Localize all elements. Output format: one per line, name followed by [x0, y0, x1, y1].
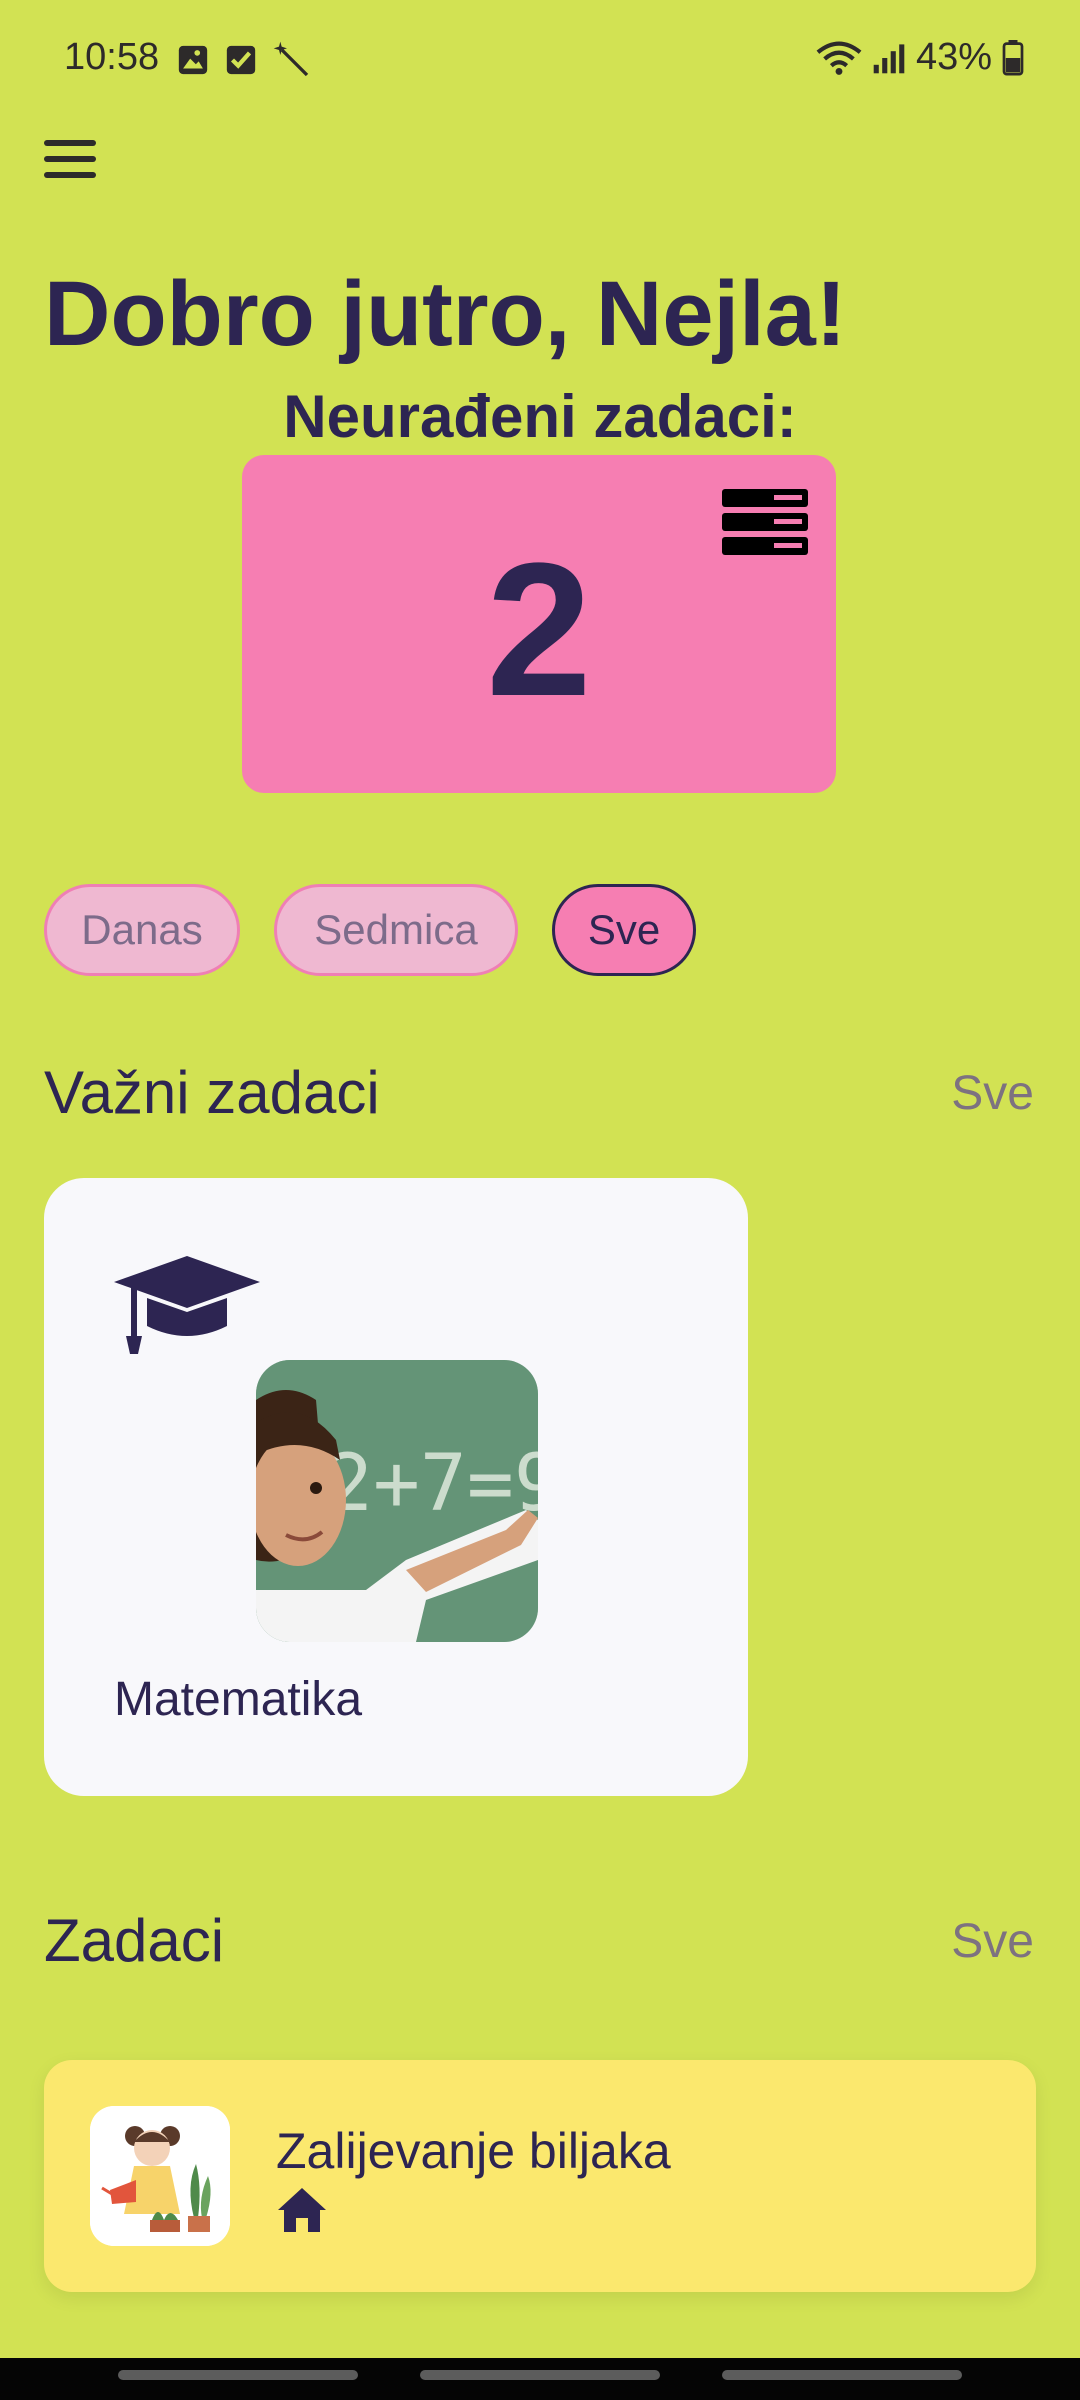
math-photo: 2+7=9: [256, 1360, 538, 1642]
filter-chip-sve[interactable]: Sve: [552, 884, 696, 976]
status-notification-icons: [176, 40, 312, 80]
important-task-label: Matematika: [114, 1673, 363, 1726]
filter-chip-sedmica[interactable]: Sedmica: [274, 884, 518, 976]
status-right: 43%: [816, 36, 1024, 79]
nav-home-button[interactable]: [420, 2370, 660, 2380]
filter-chip-danas[interactable]: Danas: [44, 884, 240, 976]
filter-chips: Danas Sedmica Sve: [44, 884, 696, 976]
greeting-title: Dobro jutro, Nejla!: [44, 263, 847, 365]
checkbox-icon: [226, 45, 256, 75]
important-tasks-title: Važni zadaci: [44, 1059, 380, 1126]
task-thumbnail: [90, 2106, 230, 2246]
important-task-card[interactable]: 2+7=9 Matematika: [44, 1178, 748, 1796]
wifi-icon: [816, 41, 862, 75]
status-time: 10:58: [64, 36, 160, 78]
signal-icon: [873, 43, 905, 73]
hamburger-line: [44, 156, 96, 162]
menu-button[interactable]: [44, 140, 100, 196]
nav-recents-button[interactable]: [118, 2370, 358, 2380]
system-navigation-bar: [0, 2358, 1080, 2400]
important-tasks-see-all[interactable]: Sve: [951, 1066, 1034, 1121]
pending-tasks-label: Neurađeni zadaci:: [283, 383, 797, 450]
tasks-title: Zadaci: [44, 1907, 225, 1974]
list-icon: [722, 489, 808, 555]
tasks-see-all[interactable]: Sve: [951, 1914, 1034, 1969]
svg-text:2+7=9: 2+7=9: [326, 1439, 538, 1529]
pending-tasks-count: 2: [486, 524, 592, 736]
gallery-icon: [178, 45, 208, 75]
house-icon: [278, 2188, 326, 2232]
nav-back-button[interactable]: [722, 2370, 962, 2380]
pending-tasks-card[interactable]: 2: [242, 455, 836, 793]
task-title: Zalijevanje biljaka: [276, 2123, 671, 2179]
battery-percentage: 43%: [915, 36, 992, 78]
task-item[interactable]: Zalijevanje biljaka: [44, 2060, 1036, 2292]
battery-icon: [1002, 39, 1024, 76]
graduation-cap-icon: [114, 1256, 260, 1354]
hamburger-line: [44, 172, 96, 178]
magic-wand-icon: [273, 41, 309, 77]
hamburger-line: [44, 140, 96, 146]
